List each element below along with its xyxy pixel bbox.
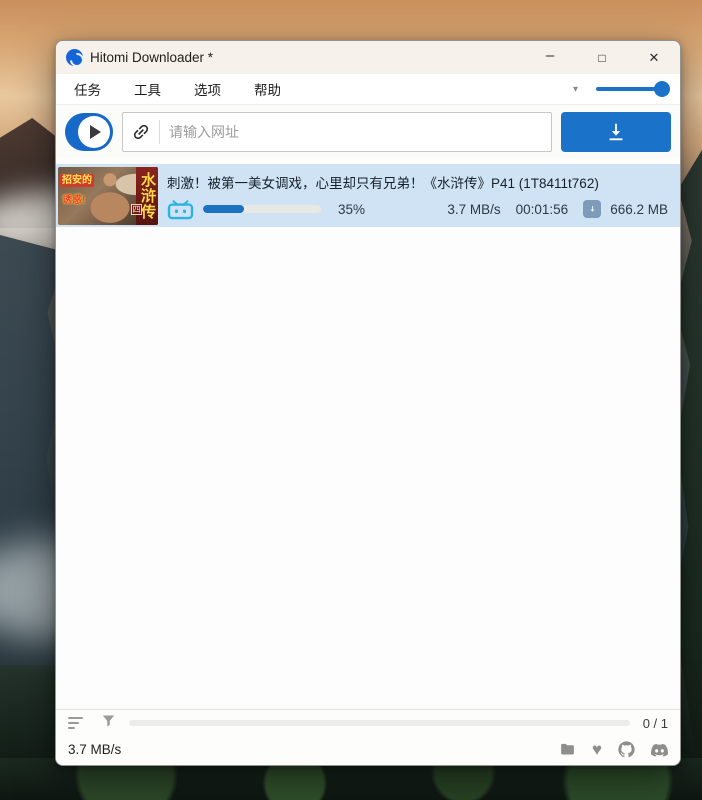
play-icon bbox=[78, 116, 110, 148]
menu-bar: 任务 工具 选项 帮助 ▾ bbox=[56, 74, 680, 105]
status-bar: 0 / 1 bbox=[56, 709, 680, 736]
download-stats: 35% 3.7 MB/s 00:01:56 666.2 MB bbox=[167, 199, 668, 220]
app-window: Hitomi Downloader * – □ ✕ 任务 工具 选项 帮助 ▾ bbox=[55, 40, 681, 766]
speed-slider[interactable] bbox=[596, 81, 670, 97]
menu-item-tasks[interactable]: 任务 bbox=[74, 79, 101, 99]
file-size: 666.2 MB bbox=[610, 201, 668, 217]
download-progress-bar bbox=[203, 205, 321, 213]
footer-icons: ♥ bbox=[559, 741, 668, 758]
download-button[interactable] bbox=[561, 112, 671, 152]
menu-item-options[interactable]: 选项 bbox=[194, 79, 221, 99]
title-bar[interactable]: Hitomi Downloader * – □ ✕ bbox=[56, 41, 680, 74]
close-button[interactable]: ✕ bbox=[628, 41, 680, 74]
input-divider bbox=[159, 120, 160, 144]
window-title: Hitomi Downloader * bbox=[90, 50, 214, 65]
url-input-box[interactable] bbox=[122, 112, 552, 152]
thumbnail-episode-badge: 四 bbox=[131, 203, 142, 215]
chevron-down-icon[interactable]: ▾ bbox=[573, 84, 578, 95]
thumbnail-title-strip: 水浒传 bbox=[136, 166, 158, 225]
progress-percent: 35% bbox=[338, 201, 366, 217]
discord-icon[interactable] bbox=[651, 741, 668, 758]
app-icon bbox=[66, 49, 83, 66]
menu-item-help[interactable]: 帮助 bbox=[254, 79, 281, 99]
minimize-button[interactable]: – bbox=[524, 41, 576, 74]
bilibili-icon bbox=[167, 199, 194, 220]
play-toggle[interactable] bbox=[65, 113, 113, 151]
download-speed: 3.7 MB/s bbox=[447, 201, 501, 217]
filter-icon[interactable] bbox=[101, 713, 116, 733]
menu-right-controls: ▾ bbox=[573, 81, 670, 97]
window-controls: – □ ✕ bbox=[524, 41, 680, 74]
progress-fill bbox=[203, 205, 245, 213]
folder-icon[interactable] bbox=[559, 741, 576, 758]
desktop-wallpaper: Hitomi Downloader * – □ ✕ 任务 工具 选项 帮助 ▾ bbox=[0, 0, 702, 800]
video-thumbnail: 招安的 诱惑! 水浒传 四 bbox=[58, 166, 158, 225]
download-icon bbox=[609, 123, 623, 141]
url-input[interactable] bbox=[169, 124, 543, 140]
slider-knob[interactable] bbox=[654, 81, 670, 97]
link-icon bbox=[127, 118, 155, 146]
footer-bar: 3.7 MB/s ♥ bbox=[56, 736, 680, 765]
download-row-body: 刺激！被第一美女调戏，心里却只有兄弟！《水浒传》P41 (1T8411t762) bbox=[167, 172, 668, 220]
maximize-button[interactable]: □ bbox=[576, 41, 628, 74]
overall-progress-bar bbox=[129, 720, 630, 726]
toolbar bbox=[56, 105, 680, 159]
thumbnail-tag-text: 诱惑! bbox=[62, 194, 86, 206]
github-icon[interactable] bbox=[618, 741, 635, 758]
elapsed-time: 00:01:56 bbox=[515, 201, 569, 217]
thumbnail-tag-text: 招安的 bbox=[60, 173, 94, 187]
sort-icon[interactable] bbox=[68, 717, 84, 729]
total-speed: 3.7 MB/s bbox=[68, 742, 122, 757]
download-title: 刺激！被第一美女调戏，心里却只有兄弟！《水浒传》P41 (1T8411t762) bbox=[167, 175, 599, 191]
menu-item-tools[interactable]: 工具 bbox=[134, 79, 161, 99]
size-download-badge-icon bbox=[583, 200, 602, 218]
download-row-selected[interactable]: 招安的 诱惑! 水浒传 四 刺激！被第一美女调戏，心里却只有兄弟！《水浒传》P4… bbox=[56, 164, 680, 227]
download-list: 招安的 诱惑! 水浒传 四 刺激！被第一美女调戏，心里却只有兄弟！《水浒传》P4… bbox=[56, 159, 680, 709]
task-counter: 0 / 1 bbox=[642, 715, 668, 731]
heart-icon[interactable]: ♥ bbox=[592, 741, 602, 758]
